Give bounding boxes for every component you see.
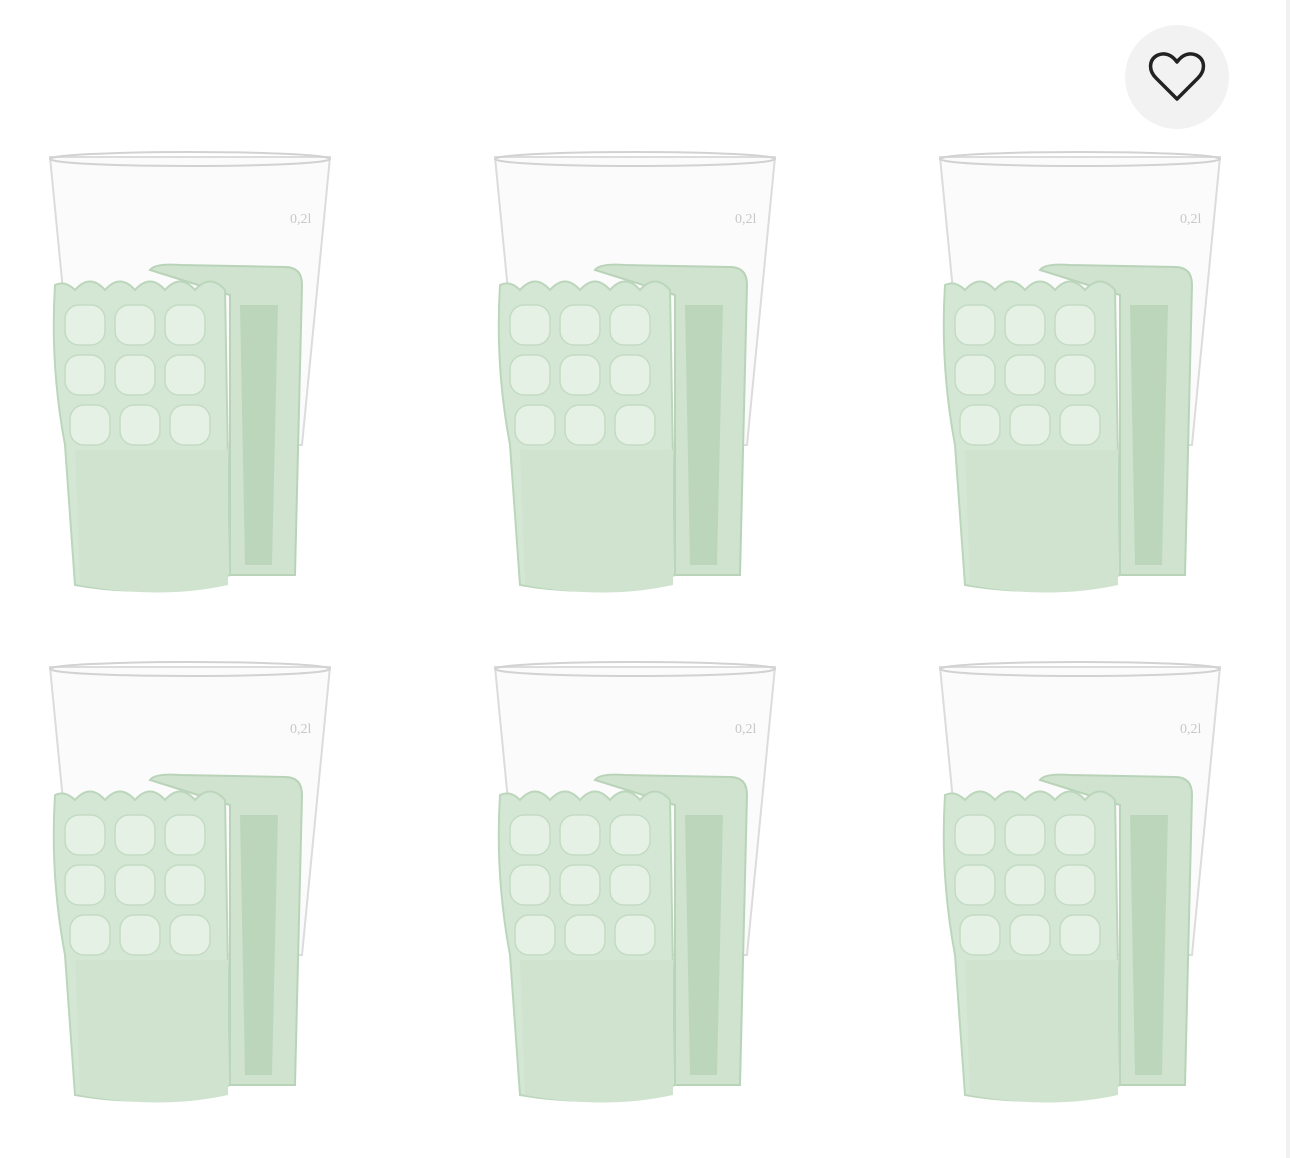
capacity-mark: 0,2l (1180, 722, 1202, 737)
cup-holder-illustration: 0,2l (938, 661, 1222, 1103)
cup-holder-illustration: 0,2l (493, 661, 777, 1103)
capacity-mark: 0,2l (735, 722, 757, 737)
heart-outline-icon (1148, 52, 1206, 101)
cup-holder-item: 0,2l (485, 655, 785, 1125)
cup-holder-item: 0,2l (930, 145, 1230, 615)
cup-holder-illustration: 0,2l (938, 151, 1222, 593)
favorite-button[interactable] (1125, 25, 1229, 129)
cup-holder-illustration: 0,2l (493, 151, 777, 593)
capacity-mark: 0,2l (1180, 212, 1202, 227)
cup-holder-item: 0,2l (930, 655, 1230, 1125)
cup-holder-item: 0,2l (485, 145, 785, 615)
capacity-mark: 0,2l (735, 212, 757, 227)
cup-holder-item: 0,2l (40, 655, 340, 1125)
scrollbar-track[interactable] (1286, 0, 1290, 1158)
cup-holder-illustration: 0,2l (48, 151, 332, 593)
cup-holder-illustration: 0,2l (48, 661, 332, 1103)
capacity-mark: 0,2l (290, 212, 312, 227)
capacity-mark: 0,2l (290, 722, 312, 737)
cup-holder-item: 0,2l (40, 145, 340, 615)
product-image: 0,2l 0,2l 0,2l 0,2l 0,2l 0,2l (0, 0, 1290, 1158)
